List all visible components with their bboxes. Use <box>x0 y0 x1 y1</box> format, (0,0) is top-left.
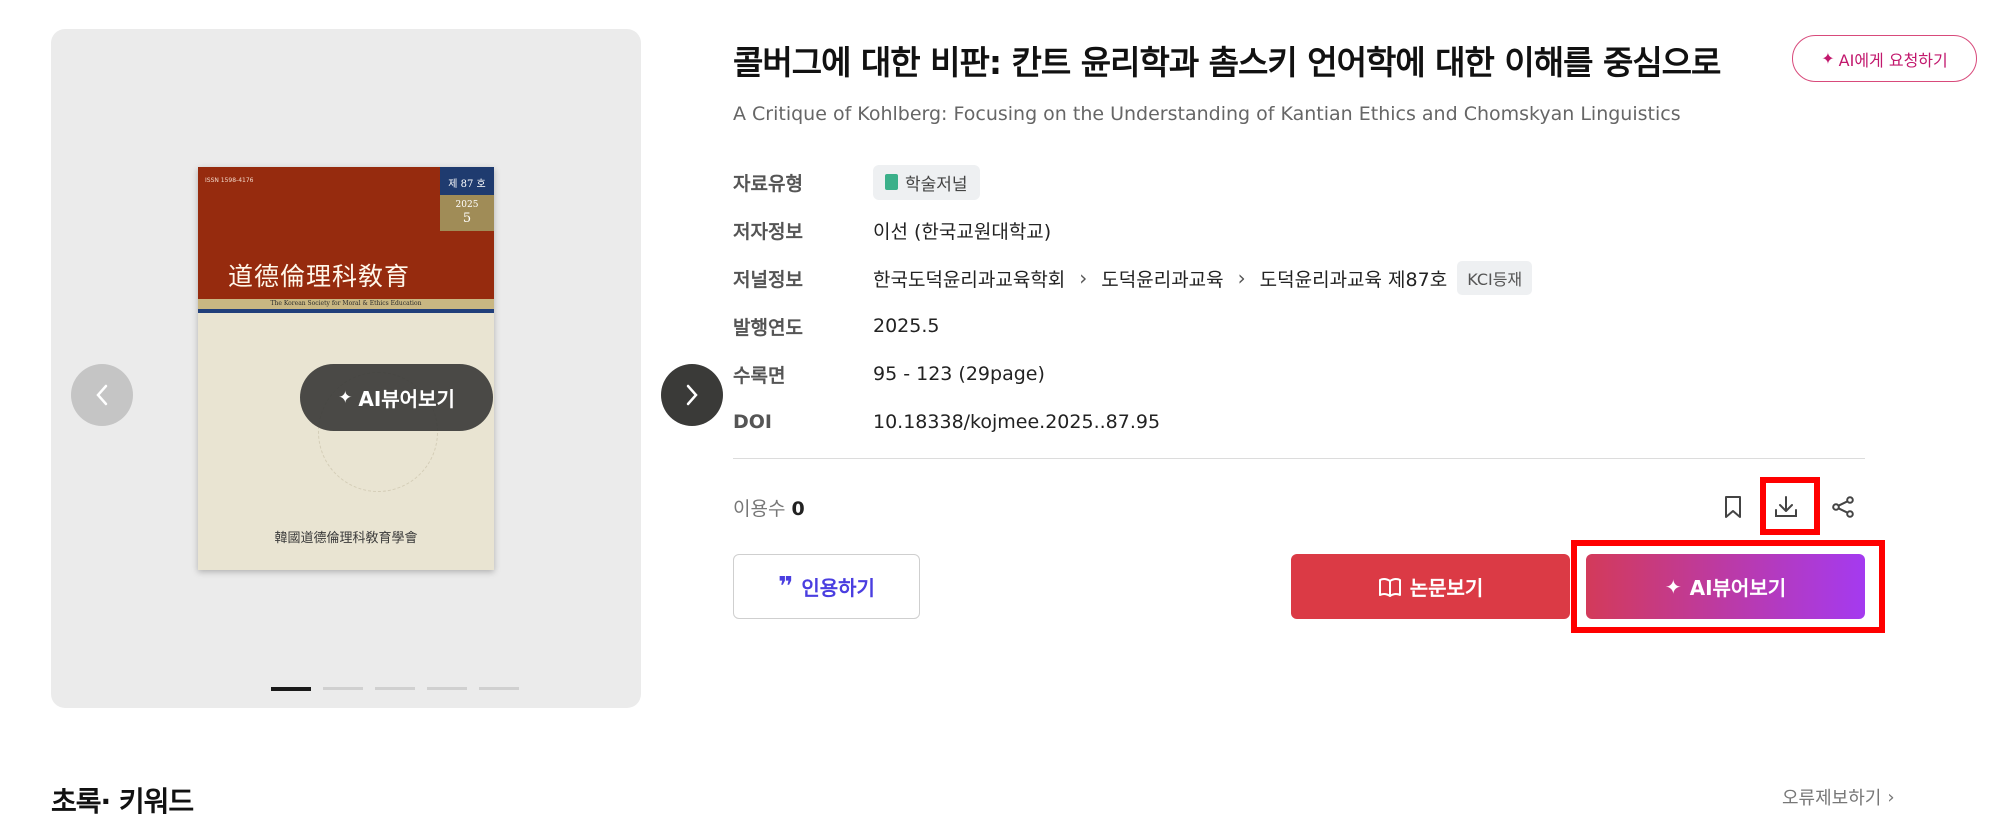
meta-row-doi: DOI 10.18338/kojmee.2025..87.95 <box>733 398 1532 446</box>
article-subtitle: A Critique of Kohlberg: Focusing on the … <box>733 103 1681 125</box>
carousel-dot[interactable] <box>427 687 467 690</box>
author-link[interactable]: 이선 (한국교원대학교) <box>873 217 1051 244</box>
sparkle-icon: ✦ <box>1821 49 1835 68</box>
type-badge: 학술저널 <box>873 164 980 200</box>
meta-label: 저널정보 <box>733 268 803 291</box>
carousel-pagination <box>271 687 519 691</box>
ai-request-label: AI에게 요청하기 <box>1838 50 1948 70</box>
cite-label: 인용하기 <box>801 576 875 600</box>
journal-breadcrumb: 한국도덕윤리과교육학회 › 도덕윤리과교육 › 도덕윤리과교육 제87호 KCI… <box>873 261 1533 295</box>
doi-link[interactable]: 10.18338/kojmee.2025..87.95 <box>873 411 1160 433</box>
cite-button[interactable]: ❞ 인용하기 <box>733 554 920 619</box>
chevron-right-icon: › <box>1887 786 1895 808</box>
divider <box>733 458 1865 459</box>
cover-carousel: ISSN 1598-4176 제 87 호 2025 5 道德倫理科敎育 The… <box>51 29 723 708</box>
meta-row-pages: 수록면 95 - 123 (29page) <box>733 350 1532 398</box>
quote-icon: ❞ <box>778 571 794 602</box>
breadcrumb-journal-link[interactable]: 도덕윤리과교육 <box>1101 265 1223 292</box>
cover-ai-viewer-label: AI뷰어보기 <box>358 387 455 411</box>
share-icon <box>1832 496 1854 518</box>
meta-label: 발행연도 <box>733 316 803 339</box>
abstract-keywords-heading: 초록· 키워드 <box>51 785 194 818</box>
breadcrumb-issue-link[interactable]: 도덕윤리과교육 제87호 <box>1260 265 1448 292</box>
highlight-box-download <box>1760 477 1820 535</box>
carousel-dot[interactable] <box>479 687 519 690</box>
usage-value: 0 <box>791 498 805 520</box>
cover-header: ISSN 1598-4176 제 87 호 2025 5 道德倫理科敎育 <box>198 167 494 299</box>
bookmark-icon <box>1725 496 1741 518</box>
breadcrumb-publisher-link[interactable]: 한국도덕윤리과교육학회 <box>873 265 1065 292</box>
meta-label: 저자정보 <box>733 220 803 243</box>
view-paper-label: 논문보기 <box>1409 576 1484 600</box>
cover-journal-en: The Korean Society for Moral & Ethics Ed… <box>198 299 494 313</box>
carousel-dot[interactable] <box>323 687 363 690</box>
meta-label: DOI <box>733 411 772 433</box>
ai-request-button[interactable]: ✦ AI에게 요청하기 <box>1792 35 1977 82</box>
cover-issn: ISSN 1598-4176 <box>205 177 254 184</box>
cover-issue-badge: 제 87 호 2025 5 <box>440 167 494 231</box>
error-report-label: 오류제보하기 <box>1782 788 1882 809</box>
journal-book-icon <box>885 174 898 190</box>
chevron-right-icon: › <box>1079 266 1088 290</box>
chevron-right-icon: › <box>1237 266 1246 290</box>
usage-label: 이용수 <box>733 498 786 520</box>
chevron-right-icon <box>686 384 698 406</box>
error-report-link[interactable]: 오류제보하기 › <box>1782 784 1895 810</box>
chevron-left-icon <box>96 384 108 406</box>
meta-label: 수록면 <box>733 364 786 387</box>
share-button[interactable] <box>1825 489 1861 525</box>
meta-row-type: 자료유형 학술저널 <box>733 158 1532 206</box>
meta-row-journal: 저널정보 한국도덕윤리과교육학회 › 도덕윤리과교육 › 도덕윤리과교육 제87… <box>733 254 1533 302</box>
cover-issue-no: 제 87 호 <box>440 167 494 195</box>
meta-row-author: 저자정보 이선 (한국교원대학교) <box>733 206 1532 254</box>
cover-month: 5 <box>462 211 472 226</box>
type-value: 학술저널 <box>905 174 968 195</box>
view-paper-button[interactable]: 논문보기 <box>1291 554 1570 619</box>
carousel-next-button[interactable] <box>661 364 723 426</box>
carousel-dot[interactable] <box>375 687 415 690</box>
cover-journal-title: 道德倫理科敎育 <box>227 262 410 291</box>
bookmark-button[interactable] <box>1715 489 1751 525</box>
cover-publisher: 韓國道德倫理科敎育學會 <box>274 531 418 546</box>
sparkle-icon: ✦ <box>338 387 353 408</box>
meta-row-year: 발행연도 2025.5 <box>733 302 1532 350</box>
carousel-prev-button[interactable] <box>71 364 133 426</box>
carousel-dot[interactable] <box>271 687 311 691</box>
pages-value: 95 - 123 (29page) <box>873 363 1045 385</box>
article-title: 콜버그에 대한 비판: 칸트 윤리학과 촘스키 언어학에 대한 이해를 중심으로 <box>733 43 1721 82</box>
kci-badge: KCI등재 <box>1457 261 1533 295</box>
usage-count: 이용수 0 <box>733 494 805 521</box>
meta-label: 자료유형 <box>733 172 803 195</box>
article-metadata: 자료유형 학술저널 저자정보 이선 (한국교원대학교) 저널정보 한국도덕윤리과… <box>733 158 1533 446</box>
year-value: 2025.5 <box>873 315 940 337</box>
open-book-icon <box>1378 577 1401 597</box>
highlight-box-ai-viewer <box>1571 540 1885 633</box>
cover-ai-viewer-button[interactable]: ✦ AI뷰어보기 <box>300 364 493 431</box>
